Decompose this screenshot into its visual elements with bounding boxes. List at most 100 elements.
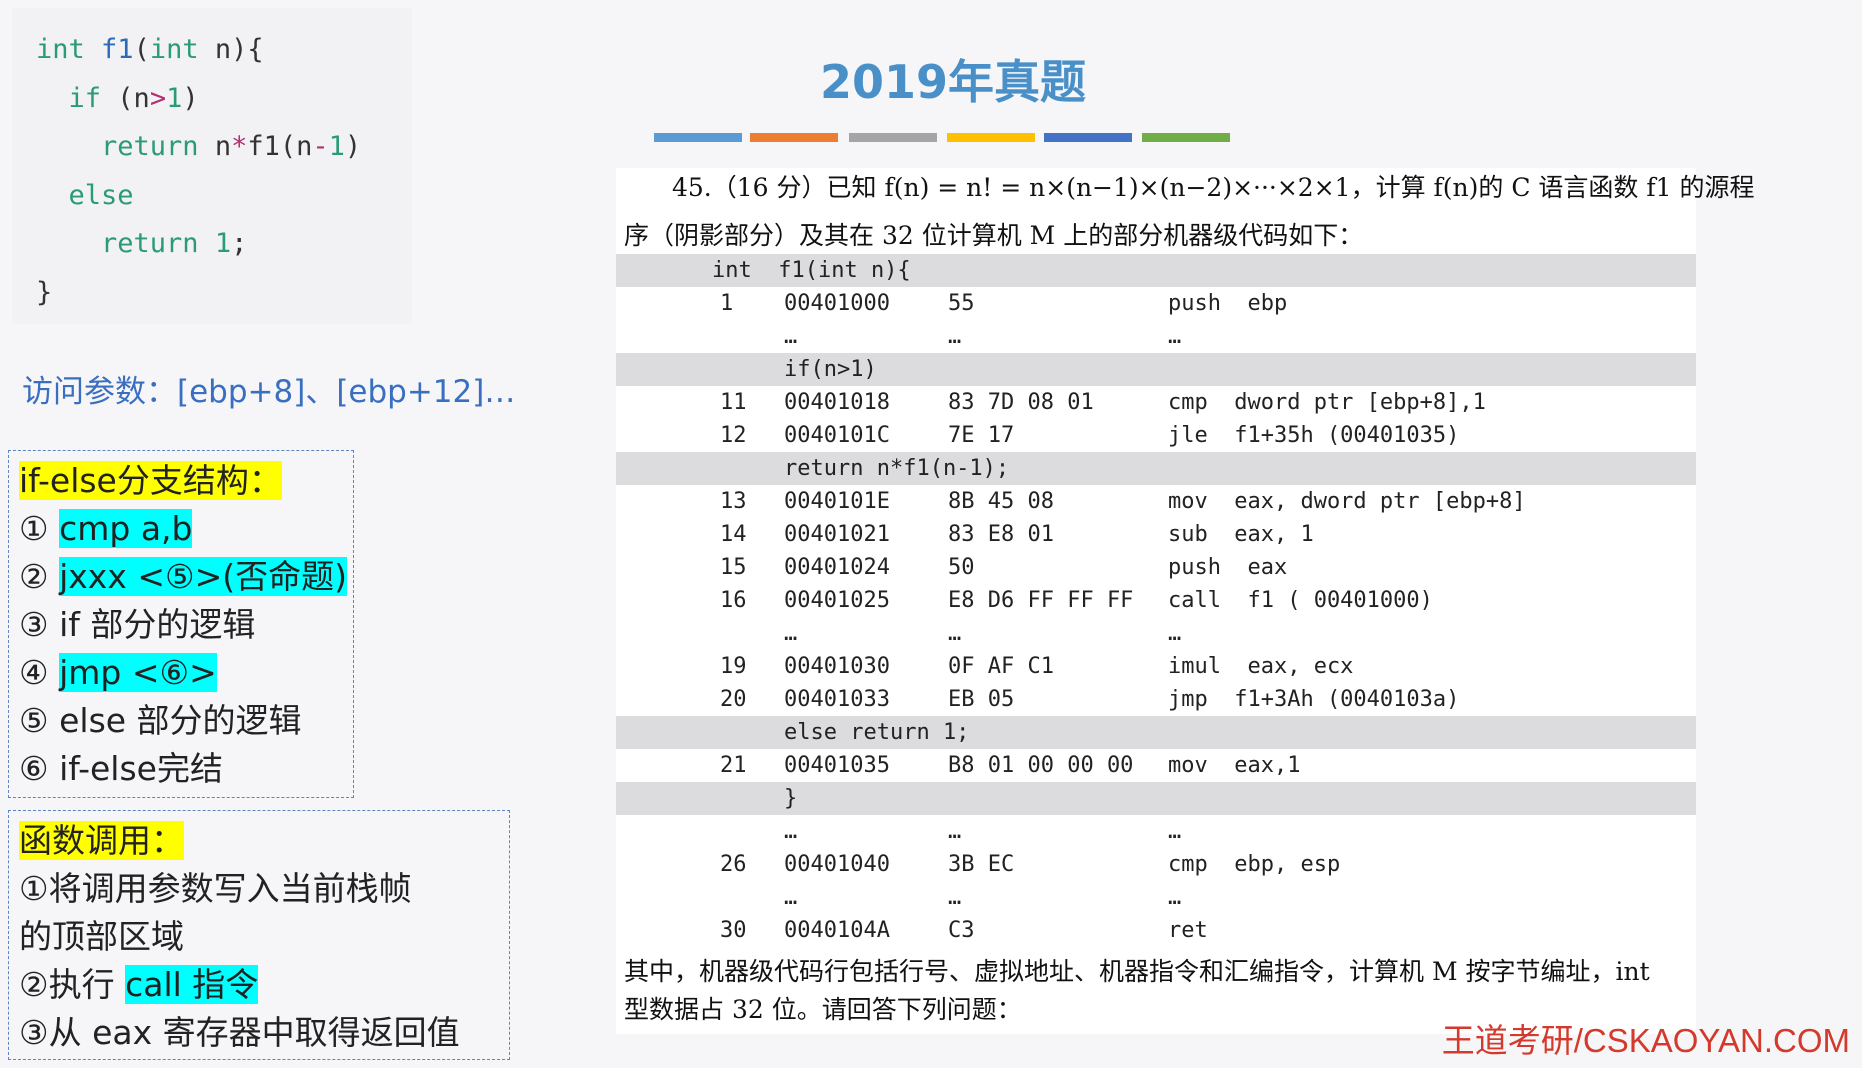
asm-address: 0040101E (784, 489, 890, 514)
asm-line-number: 16 (720, 588, 747, 613)
asm-line-number: 11 (720, 390, 747, 415)
asm-machine-code: EB 05 (948, 687, 1015, 712)
asm-instruction: imul eax, ecx (1168, 654, 1354, 679)
asm-row: int f1(int n){ (616, 254, 1696, 287)
asm-instruction: mov eax, dword ptr [ebp+8] (1168, 489, 1526, 514)
asm-address: … (784, 621, 798, 646)
asm-line-number: 26 (720, 852, 747, 877)
asm-source: int f1(int n){ (712, 258, 911, 283)
asm-address: 00401018 (784, 390, 890, 415)
code-line: return 1; (101, 228, 248, 259)
asm-address: … (784, 885, 798, 910)
asm-address: 00401000 (784, 291, 890, 316)
question-line: 序（阴影部分）及其在 32 位计算机 M 上的部分机器级代码如下： (624, 221, 1364, 250)
code-line: else (68, 179, 134, 211)
ifelse-heading: if-else分支结构： (19, 461, 282, 500)
asm-row: 11 00401018 83 7D 08 01 cmp dword ptr [ebp+… (616, 386, 1696, 419)
color-bar (849, 133, 937, 142)
asm-source: } (784, 786, 798, 811)
asm-line-number: 1 (720, 291, 734, 316)
code-line: return n*f1(n-1) (101, 131, 362, 162)
asm-address: … (784, 819, 798, 844)
asm-instruction: … (1168, 819, 1182, 844)
asm-listing: int f1(int n){1 00401000 55 push ebp … … … if(n… (616, 254, 1696, 947)
asm-row: 26 00401040 3B EC cmp ebp, esp (616, 848, 1696, 881)
asm-row: 30 0040104A C3 ret (616, 914, 1696, 947)
color-bar (1044, 133, 1132, 142)
asm-row: … … … (616, 320, 1696, 353)
ifelse-item: ⑥ if-else完结 (19, 749, 223, 788)
asm-row: 13 0040101E 8B 45 08 mov eax, dword ptr [eb… (616, 485, 1696, 518)
asm-machine-code: … (948, 819, 962, 844)
color-bar (750, 133, 838, 142)
question-line: 45.（16 分）已知 f(n) = n! = n×(n−1)×(n−2)×··… (672, 173, 1755, 202)
asm-address: 0040101C (784, 423, 890, 448)
asm-machine-code: 3B EC (948, 852, 1015, 877)
asm-row: 15 00401024 50 push eax (616, 551, 1696, 584)
asm-machine-code: 83 7D 08 01 (948, 390, 1094, 415)
color-bar (947, 133, 1035, 142)
asm-row: … … … (616, 881, 1696, 914)
asm-address: 00401030 (784, 654, 890, 679)
color-bars (654, 133, 1234, 142)
asm-line-number: 20 (720, 687, 747, 712)
question-line: 其中，机器级代码行包括行号、虚拟地址、机器指令和汇编指令，计算机 M 按字节编址… (624, 957, 1650, 986)
asm-row: } (616, 782, 1696, 815)
question-line: 型数据占 32 位。请回答下列问题： (624, 995, 1022, 1024)
call-heading: 函数调用： (19, 821, 184, 860)
brand-footer: 王道考研/CSKAOYAN.COM (1441, 1022, 1850, 1059)
asm-machine-code: 55 (948, 291, 975, 316)
asm-address: … (784, 324, 798, 349)
asm-instruction: ret (1168, 918, 1208, 943)
asm-instruction: cmp dword ptr [ebp+8],1 (1168, 390, 1486, 415)
asm-instruction: jmp f1+3Ah (0040103a) (1168, 687, 1460, 712)
asm-row: return n*f1(n-1); (616, 452, 1696, 485)
asm-machine-code: 8B 45 08 (948, 489, 1054, 514)
ifelse-item: ④ jmp <⑥> (19, 653, 217, 692)
asm-line-number: 15 (720, 555, 747, 580)
asm-row: 20 00401033 EB 05 jmp f1+3Ah (0040103a) (616, 683, 1696, 716)
question-document: 45.（16 分）已知 f(n) = n! = n×(n−1)×(n−2)×··… (616, 168, 1754, 1034)
asm-machine-code: … (948, 885, 962, 910)
call-line: 的顶部区域 (19, 917, 184, 956)
ifelse-item: ③ if 部分的逻辑 (19, 605, 256, 644)
asm-instruction: push ebp (1168, 291, 1288, 316)
asm-row: ……… (616, 617, 1696, 650)
asm-instruction: jle f1+35h (00401035) (1168, 423, 1460, 448)
asm-address: 00401040 (784, 852, 890, 877)
asm-machine-code: … (948, 621, 962, 646)
asm-instruction: call f1 ( 00401000) (1168, 588, 1433, 613)
asm-address: 00401021 (784, 522, 890, 547)
code-line: if (n>1) (68, 82, 199, 114)
param-note: 访问参数：[ebp+8]、[ebp+12]… (22, 374, 516, 410)
asm-instruction: … (1168, 885, 1182, 910)
asm-row: … … … (616, 815, 1696, 848)
asm-row: 14 00401021 83 E8 01 sub eax, 1 (616, 518, 1696, 551)
asm-address: 00401025 (784, 588, 890, 613)
color-bar (654, 133, 742, 142)
ifelse-item: ⑤ else 部分的逻辑 (19, 701, 302, 740)
asm-row: 21 00401035 B8 01 00 00 00 mov eax,1 (616, 749, 1696, 782)
asm-address: 0040104A (784, 918, 890, 943)
asm-row: 12 0040101C 7E 17 jle f1+35h (00401035) (616, 419, 1696, 452)
asm-line-number: 14 (720, 522, 747, 547)
asm-instruction: push eax (1168, 555, 1288, 580)
asm-instruction: cmp ebp, esp (1168, 852, 1341, 877)
asm-address: 00401035 (784, 753, 890, 778)
asm-line-number: 13 (720, 489, 747, 514)
asm-machine-code: B8 01 00 00 00 (948, 753, 1134, 778)
call-line: ①将调用参数写入当前栈帧 (19, 869, 412, 908)
asm-row: 16 00401025 E8 D6 FF FF FF call f1 ( 004010… (616, 584, 1696, 617)
asm-machine-code: E8 D6 FF FF FF (948, 588, 1134, 613)
asm-instruction: … (1168, 324, 1182, 349)
asm-address: 00401033 (784, 687, 890, 712)
asm-instruction: mov eax,1 (1168, 753, 1301, 778)
ifelse-box: if-else分支结构： ① cmp a,b ② jxxx <⑤>(否命题) ③… (8, 450, 354, 798)
code-snippet: int f1(int n){ if (n>1) return n*f1(n-1)… (12, 8, 412, 324)
page-title: 2019年真题 (820, 55, 1087, 109)
asm-row: 19 00401030 0F AF C1 imul eax, ecx (616, 650, 1696, 683)
asm-machine-code: … (948, 324, 962, 349)
call-box: 函数调用： ①将调用参数写入当前栈帧 的顶部区域 ②执行 call 指令 ③从 … (8, 810, 510, 1060)
color-bar (1142, 133, 1230, 142)
call-line: ②执行 call 指令 (19, 965, 259, 1004)
